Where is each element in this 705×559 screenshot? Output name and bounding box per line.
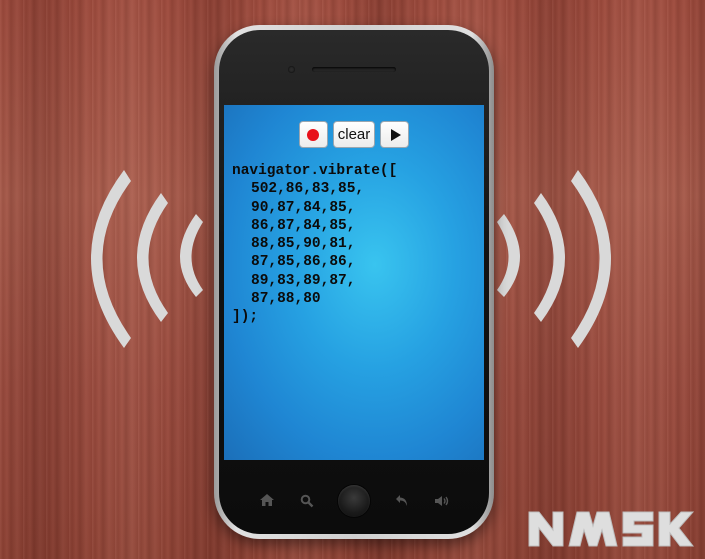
code-line: 87,88,80 bbox=[251, 291, 321, 308]
code-line: 88,85,90,81, bbox=[251, 236, 356, 253]
left-waves bbox=[91, 170, 203, 348]
play-icon bbox=[390, 128, 401, 141]
home-button[interactable] bbox=[338, 485, 370, 517]
volume-icon[interactable] bbox=[434, 495, 450, 507]
code-line: 502,86,83,85, bbox=[251, 181, 365, 198]
right-wave-inner bbox=[497, 214, 520, 297]
right-wave-middle bbox=[534, 193, 565, 322]
left-wave-outer bbox=[91, 170, 131, 348]
right-wave-outer bbox=[571, 170, 611, 348]
code-line: 87,85,86,86, bbox=[251, 254, 356, 271]
front-camera bbox=[288, 66, 295, 73]
toolbar: clear bbox=[224, 121, 484, 148]
clear-button[interactable]: clear bbox=[332, 121, 376, 148]
record-icon bbox=[307, 128, 320, 141]
right-waves bbox=[497, 170, 611, 348]
code-line: navigator.vibrate([ bbox=[232, 163, 398, 179]
home-icon[interactable] bbox=[259, 493, 275, 507]
code-line: 86,87,84,85, bbox=[251, 217, 356, 234]
phone-screen: clear navigator.vibrate([ 502,86,83,85, … bbox=[224, 105, 484, 460]
play-button[interactable] bbox=[380, 121, 410, 148]
record-button[interactable] bbox=[298, 121, 328, 148]
earpiece-speaker bbox=[312, 67, 396, 72]
code-line: 89,83,89,87, bbox=[251, 272, 356, 289]
phone-body: clear navigator.vibrate([ 502,86,83,85, … bbox=[219, 30, 489, 534]
logo bbox=[528, 511, 695, 547]
search-icon[interactable] bbox=[300, 494, 314, 508]
vibrate-code-block: navigator.vibrate([ 502,86,83,85, 90,87,… bbox=[232, 162, 397, 327]
left-wave-inner bbox=[180, 214, 203, 297]
phone: clear navigator.vibrate([ 502,86,83,85, … bbox=[214, 25, 494, 539]
back-icon[interactable] bbox=[395, 494, 409, 507]
code-line: 90,87,84,85, bbox=[251, 199, 356, 216]
code-line: ]); bbox=[232, 309, 259, 326]
left-wave-middle bbox=[137, 193, 168, 322]
